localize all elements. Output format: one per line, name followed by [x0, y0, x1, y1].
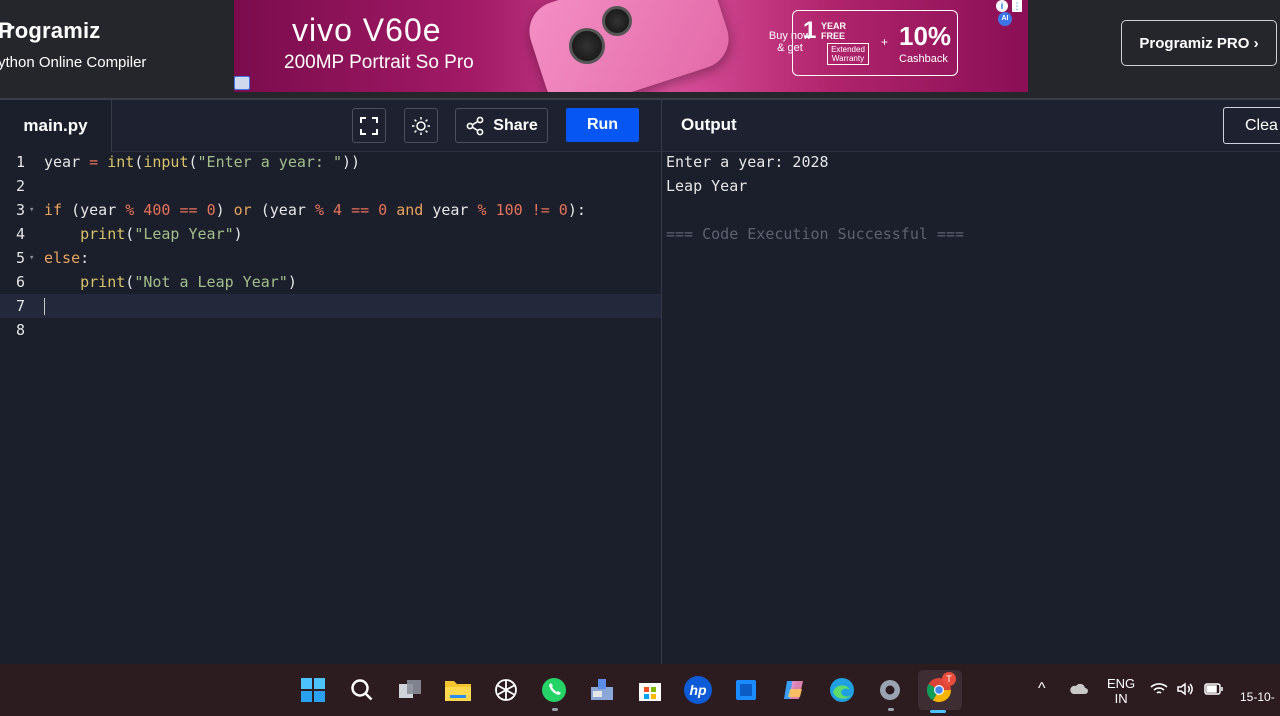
hp-label: hp — [689, 682, 707, 698]
system-tray: ^ ENG IN 1 15-10- — [1030, 664, 1280, 716]
language-indicator[interactable]: ENG IN — [1107, 676, 1135, 706]
code-text: if (year % 400 == 0) or (year % 4 == 0 a… — [44, 201, 586, 219]
code-text: year = int(input("Enter a year: ")) — [44, 153, 361, 171]
show-hidden-icons-button[interactable]: ^ — [1038, 680, 1046, 698]
ad-badge-icon[interactable] — [234, 76, 250, 90]
windows-taskbar: hp T ^ ENG IN 15-10- — [0, 664, 1280, 716]
chrome-profile-badge: T — [942, 672, 956, 686]
sun-icon — [412, 116, 430, 135]
clear-button[interactable]: Clea — [1223, 107, 1280, 144]
page-subtitle: ython Online Compiler — [0, 54, 147, 71]
line-number: 8 — [16, 321, 26, 339]
line-number: 3 — [16, 201, 26, 219]
fullscreen-icon — [360, 116, 378, 135]
wifi-icon[interactable] — [1150, 682, 1168, 699]
ad-year-number: 1 — [803, 17, 817, 44]
code-line-active: 7 — [0, 294, 661, 318]
code-line: 3 ▾ if (year % 400 == 0) or (year % 4 ==… — [0, 198, 661, 222]
ad-percent: 10% — [899, 21, 952, 51]
whatsapp-icon[interactable] — [540, 676, 568, 704]
fullscreen-button[interactable] — [352, 108, 386, 143]
info-icon[interactable]: i — [996, 0, 1008, 12]
line-number: 2 — [16, 177, 26, 195]
settings-icon[interactable] — [876, 676, 904, 704]
clock-date: 15-10- — [1240, 690, 1275, 704]
language-bottom: IN — [1114, 691, 1128, 706]
ad-banner[interactable]: vivo V60e 200MP Portrait So Pro Buy now … — [234, 0, 1028, 92]
programiz-logo[interactable]: Programiz — [0, 18, 101, 44]
search-icon[interactable] — [348, 676, 376, 704]
running-indicator — [552, 708, 558, 711]
volume-icon[interactable] — [1176, 681, 1194, 700]
ad-choices[interactable]: i ⋮ AI — [994, 0, 1028, 26]
more-options-icon[interactable]: ⋮ — [1012, 0, 1022, 12]
windows-start-icon[interactable] — [299, 676, 327, 704]
line-number: 7 — [16, 297, 26, 315]
copilot-icon[interactable] — [780, 676, 808, 704]
active-indicator — [930, 710, 946, 713]
microsoft-store-icon[interactable] — [636, 676, 664, 704]
edge-icon[interactable] — [828, 676, 856, 704]
line-number: 1 — [16, 153, 26, 171]
share-button[interactable]: Share — [455, 108, 548, 143]
code-editor[interactable]: 1 year = int(input("Enter a year: ")) 2 … — [0, 152, 661, 664]
output-title: Output — [681, 115, 737, 134]
ad-cashback: Cashback — [899, 53, 948, 65]
ad-offer-box: 1 YEAR FREE Extended Warranty + 10% Cash… — [792, 10, 958, 76]
ad-warranty: Extended Warranty — [827, 43, 869, 65]
code-line: 2 — [0, 174, 661, 198]
output-line: Enter a year: 2028 — [666, 153, 829, 171]
line-number: 5 — [16, 249, 26, 267]
code-text: print("Not a Leap Year") — [80, 273, 297, 291]
output-line: Leap Year — [666, 177, 748, 195]
code-line: 1 year = int(input("Enter a year: ")) — [0, 150, 661, 174]
camera-lens-icon — [569, 28, 605, 64]
code-line: 8 — [0, 318, 661, 342]
ad-plus: + — [881, 35, 889, 49]
share-icon — [466, 116, 484, 135]
editor-toolbar: main.py Share Run — [0, 100, 661, 152]
run-button[interactable]: Run — [566, 108, 639, 142]
file-explorer-icon[interactable] — [444, 676, 472, 704]
chatgpt-icon[interactable] — [492, 676, 520, 704]
logo-text: rogramiz — [6, 18, 101, 43]
top-bar: Programiz ython Online Compiler vivo V60… — [0, 0, 1280, 98]
theme-toggle-button[interactable] — [404, 108, 438, 143]
text-cursor — [44, 298, 45, 315]
installer-icon[interactable] — [588, 676, 616, 704]
clock-time: 1 — [1246, 674, 1280, 690]
code-text: print("Leap Year") — [80, 225, 243, 243]
code-text: else: — [44, 249, 90, 267]
ad-tagline: 200MP Portrait So Pro — [284, 52, 474, 73]
programiz-pro-button[interactable]: Programiz PRO › — [1121, 20, 1277, 66]
language-top: ENG — [1107, 676, 1136, 691]
ad-year-free: YEAR FREE — [821, 21, 847, 41]
running-indicator — [888, 708, 894, 711]
widget-icon[interactable] — [732, 676, 760, 704]
code-line: 4 print("Leap Year") — [0, 222, 661, 246]
share-label: Share — [493, 116, 538, 134]
code-line: 6 print("Not a Leap Year") — [0, 270, 661, 294]
code-line: 5 ▾ else: — [0, 246, 661, 270]
line-number: 6 — [16, 273, 26, 291]
fold-icon[interactable]: ▾ — [29, 198, 34, 222]
output-console[interactable]: Enter a year: 2028 Leap Year === Code Ex… — [662, 152, 1280, 664]
onedrive-icon[interactable] — [1068, 680, 1088, 699]
execution-status: === Code Execution Successful === — [666, 225, 965, 243]
camera-lens-icon — [602, 6, 632, 36]
battery-icon[interactable] — [1204, 683, 1224, 698]
fold-icon[interactable]: ▾ — [29, 246, 34, 270]
task-view-icon[interactable] — [396, 676, 424, 704]
ai-badge[interactable]: AI — [998, 12, 1012, 26]
hp-icon[interactable]: hp — [684, 676, 712, 704]
line-number: 4 — [16, 225, 26, 243]
output-header: Output Clea — [662, 100, 1280, 152]
ad-brand: vivo V60e — [292, 12, 442, 48]
tab-main-py[interactable]: main.py — [0, 100, 112, 152]
clock[interactable]: 1 — [1246, 674, 1280, 690]
